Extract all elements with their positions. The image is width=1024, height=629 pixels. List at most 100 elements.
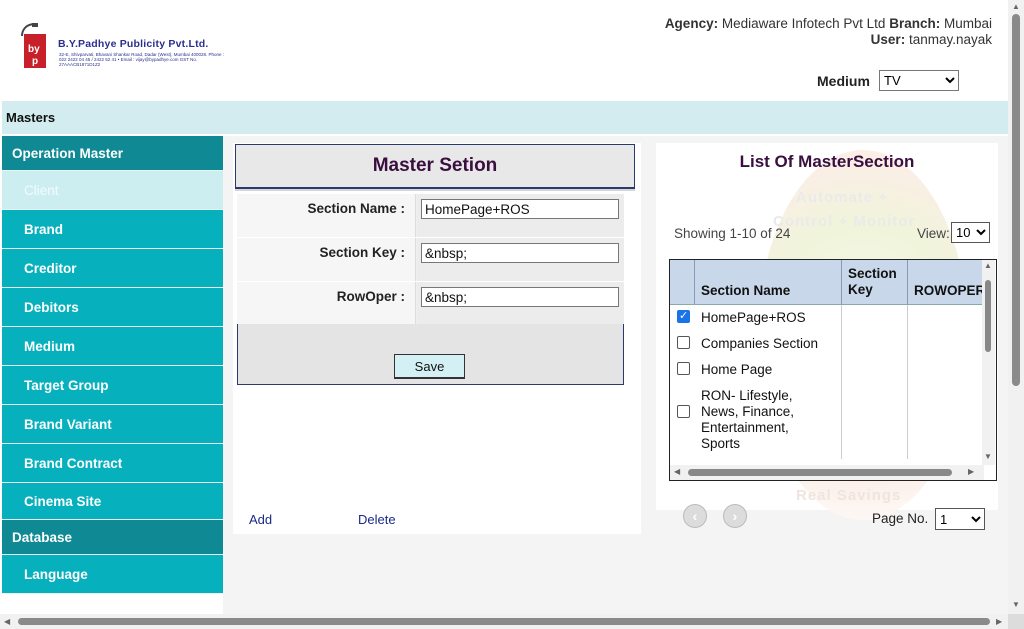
watermark-text-2: Control + Monitor xyxy=(773,213,916,230)
checkbox[interactable] xyxy=(677,405,690,418)
grid-vertical-scroll-thumb[interactable] xyxy=(985,280,991,352)
sidebar-section-database[interactable]: Database xyxy=(2,520,223,555)
svg-text:by: by xyxy=(28,44,40,55)
branch-value: Mumbai xyxy=(943,16,992,31)
sidebar-item-debitors[interactable]: Debitors xyxy=(2,288,223,327)
checkbox[interactable] xyxy=(677,336,690,349)
table-row[interactable]: HomePage+ROS xyxy=(670,305,988,331)
scroll-down-icon[interactable]: ▼ xyxy=(984,452,992,461)
sidebar-item-client[interactable]: Client xyxy=(2,171,223,210)
next-arrow-icon[interactable]: › xyxy=(723,504,747,528)
rowoper-label: RowOper : xyxy=(237,282,416,325)
scroll-up-icon[interactable]: ▲ xyxy=(984,261,992,270)
save-button[interactable]: Save xyxy=(394,354,465,379)
row-select-cell xyxy=(670,331,695,357)
sidebar-item-brand[interactable]: Brand xyxy=(2,210,223,249)
checkbox[interactable] xyxy=(677,362,690,375)
grid-header-rowoper[interactable]: ROWOPER xyxy=(908,260,988,304)
save-area: Save xyxy=(237,324,624,385)
rowoper-cell xyxy=(417,282,624,325)
table-row[interactable]: Companies Section xyxy=(670,331,988,357)
section-name-cell xyxy=(417,194,624,237)
view-label: View: xyxy=(917,226,950,241)
row-select-cell xyxy=(670,357,695,383)
scroll-right-icon[interactable]: ▶ xyxy=(968,467,974,476)
add-link[interactable]: Add xyxy=(249,512,272,527)
page-no-label: Page No. xyxy=(872,511,929,526)
user-info: Agency: Mediaware Infotech Pvt Ltd Branc… xyxy=(665,16,992,48)
sidebar-item-brand-variant[interactable]: Brand Variant xyxy=(2,405,223,444)
page-no-select[interactable]: 1 xyxy=(935,508,985,530)
sidebar-item-medium[interactable]: Medium xyxy=(2,327,223,366)
sidebar-section-operation-master[interactable]: Operation Master xyxy=(2,136,223,171)
watermark-text-1: Automate + xyxy=(796,189,889,206)
list-title: List Of MasterSection xyxy=(739,152,915,171)
grid-header-section-key[interactable]: Section Key xyxy=(842,260,908,304)
section-name-label: Section Name : xyxy=(237,194,416,237)
form-row-rowoper: RowOper : xyxy=(237,282,624,326)
sidebar-item-language[interactable]: Language xyxy=(2,555,223,594)
row-section-name: HomePage+ROS xyxy=(695,305,842,331)
grid-horizontal-scrollbar[interactable]: ◀ ▶ xyxy=(670,465,984,480)
row-select-cell xyxy=(670,305,695,331)
user-value: tanmay.nayak xyxy=(908,32,992,47)
medium-label: Medium xyxy=(817,73,870,89)
sidebar-item-creditor[interactable]: Creditor xyxy=(2,249,223,288)
window-scroll-down-icon[interactable]: ▼ xyxy=(1012,600,1020,609)
agency-label: Agency: xyxy=(664,16,719,31)
masters-bar: Masters xyxy=(2,101,1008,134)
row-section-name: Companies Section xyxy=(695,331,842,357)
section-name-input[interactable] xyxy=(421,199,619,219)
section-key-input[interactable] xyxy=(421,243,619,263)
window-scroll-left-icon[interactable]: ◀ xyxy=(4,617,10,626)
window-scroll-up-icon[interactable]: ▲ xyxy=(1012,2,1020,11)
company-logo-icon: by p xyxy=(21,23,46,68)
medium-select[interactable]: TV xyxy=(879,70,959,91)
table-row[interactable]: Home Page xyxy=(670,357,988,383)
row-select-cell xyxy=(670,383,695,459)
scroll-left-icon[interactable]: ◀ xyxy=(674,467,680,476)
form-table: Section Name : Section Key : RowOper : xyxy=(237,194,624,326)
view-select[interactable]: 10 xyxy=(951,222,990,243)
scrollbar-corner xyxy=(1008,614,1024,629)
company-name: B.Y.Padhye Publicity Pvt.Ltd. xyxy=(58,38,209,50)
row-rowoper xyxy=(908,305,988,331)
window-horizontal-scroll-thumb[interactable] xyxy=(18,618,990,625)
checkbox-checked[interactable] xyxy=(677,308,690,324)
section-grid: Section Name Section Key ROWOPER HomePag… xyxy=(669,259,997,481)
row-rowoper xyxy=(908,383,988,459)
sidebar-item-brand-contract[interactable]: Brand Contract xyxy=(2,444,223,483)
branch-label: Branch: xyxy=(889,16,941,31)
showing-count: Showing 1-10 of 24 xyxy=(674,226,791,241)
sidebar: Operation Master Client Brand Creditor D… xyxy=(2,136,223,614)
prev-arrow-icon[interactable]: ‹ xyxy=(683,504,707,528)
row-rowoper xyxy=(908,331,988,357)
company-address: 32-E, Shivparvati, Bhavani Shankar Road,… xyxy=(59,52,225,67)
page-number-selector: Page No. 1 xyxy=(872,508,985,530)
form-row-section-key: Section Key : xyxy=(237,238,624,282)
window-vertical-scroll-thumb[interactable] xyxy=(1012,14,1020,386)
table-row[interactable]: RON- Lifestyle, News, Finance, Entertain… xyxy=(670,383,988,459)
sidebar-item-target-group[interactable]: Target Group xyxy=(2,366,223,405)
delete-link[interactable]: Delete xyxy=(358,512,396,527)
agency-line: Agency: Mediaware Infotech Pvt Ltd Branc… xyxy=(665,16,992,32)
row-rowoper xyxy=(908,357,988,383)
masters-label: Masters xyxy=(6,110,56,125)
window-vertical-scrollbar[interactable]: ▲ ▼ xyxy=(1008,0,1024,614)
window-scroll-right-icon[interactable]: ▶ xyxy=(996,617,1002,626)
svg-text:p: p xyxy=(32,56,38,67)
rowoper-input[interactable] xyxy=(421,287,619,307)
row-section-name: RON- Lifestyle, News, Finance, Entertain… xyxy=(695,383,842,459)
form-row-section-name: Section Name : xyxy=(237,194,624,238)
grid-body: HomePage+ROS Companies Section Home Page xyxy=(670,305,988,459)
window-horizontal-scrollbar[interactable]: ◀ ▶ xyxy=(0,614,1008,629)
watermark-text-3: Real Savings xyxy=(796,487,902,504)
action-links: Add Delete xyxy=(237,512,633,533)
grid-vertical-scrollbar[interactable]: ▲ ▼ xyxy=(982,260,995,465)
row-section-key xyxy=(842,305,908,331)
grid-horizontal-scroll-thumb[interactable] xyxy=(688,469,952,476)
user-line: User: tanmay.nayak xyxy=(665,32,992,48)
sidebar-item-cinema-site[interactable]: Cinema Site xyxy=(2,483,223,520)
grid-header-select xyxy=(670,260,695,304)
grid-header-section-name[interactable]: Section Name xyxy=(695,260,842,304)
